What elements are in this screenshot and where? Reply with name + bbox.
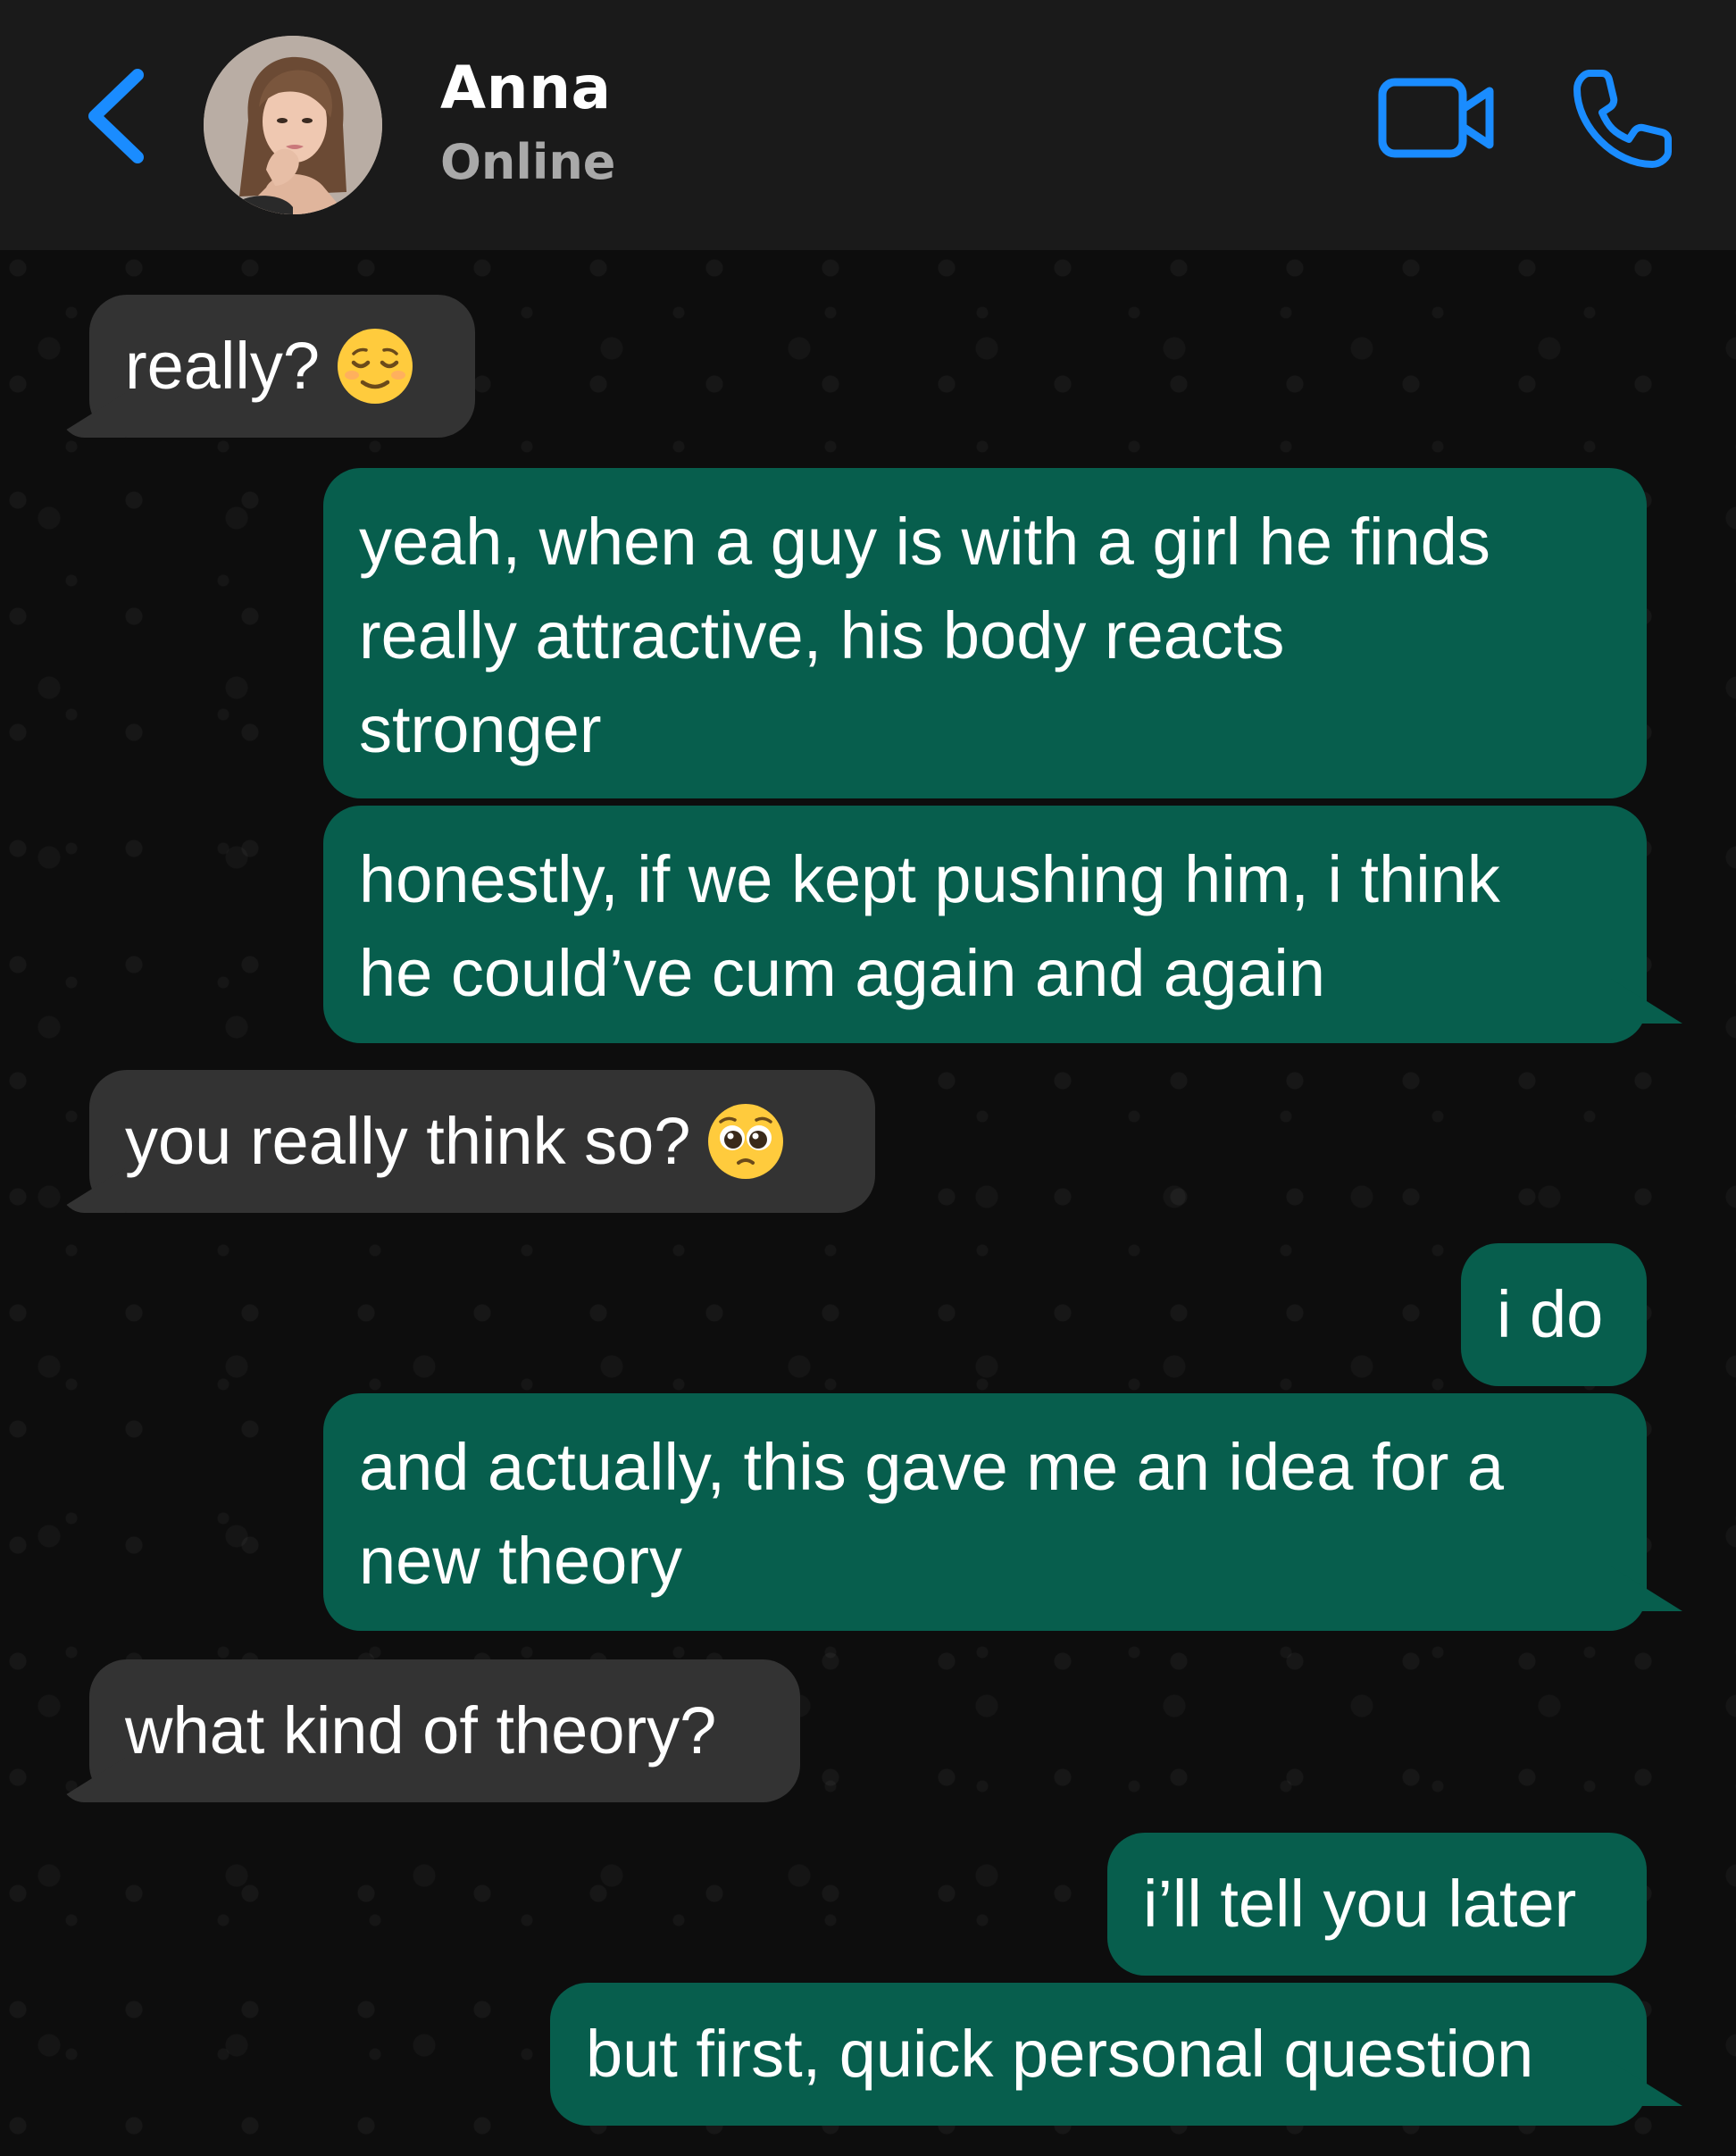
video-call-button[interactable] (1375, 73, 1500, 163)
message-bubble-incoming[interactable]: you really think so? (89, 1070, 875, 1213)
message-text-line: he could’ve cum again and again (359, 936, 1325, 1010)
message-bubble-outgoing[interactable]: i do (1461, 1243, 1647, 1386)
message-text-line: new theory (359, 1524, 682, 1598)
chevron-left-icon (88, 69, 144, 163)
message-text: what kind of theory? (125, 1693, 717, 1767)
chat-screen: Anna Online really? yeah, when a guy is … (0, 0, 1736, 2156)
contact-status: Online (440, 134, 616, 190)
message-bubble-outgoing[interactable]: and actually, this gave me an idea for a… (323, 1393, 1647, 1631)
message-text: i’ll tell you later (1143, 1867, 1577, 1941)
voice-call-button[interactable] (1570, 64, 1677, 171)
message-bubble-incoming[interactable]: really? (89, 295, 475, 438)
message-text: you really think so? (125, 1104, 691, 1178)
message-text-line: yeah, when a guy is with a girl he finds (359, 505, 1490, 579)
message-bubble-outgoing[interactable]: honestly, if we kept pushing him, i thin… (323, 806, 1647, 1043)
message-text-line: honestly, if we kept pushing him, i thin… (359, 842, 1500, 916)
contact-name: Anna (440, 54, 612, 122)
chat-area[interactable]: really? yeah, when a guy is with a girl … (0, 250, 1736, 2156)
pleading-face-icon (708, 1104, 784, 1180)
video-camera-icon (1378, 78, 1494, 158)
message-text-line: stronger (359, 692, 602, 766)
phone-icon (1573, 70, 1672, 168)
message-text: really? (125, 329, 320, 403)
message-text-line: really attractive, his body reacts (359, 598, 1285, 673)
message-text: but first, quick personal question (586, 2017, 1534, 2091)
message-text: i do (1497, 1277, 1604, 1351)
avatar-photo (204, 36, 382, 214)
message-bubble-incoming[interactable]: what kind of theory? (89, 1659, 800, 1802)
message-text-line: and actually, this gave me an idea for a (359, 1430, 1505, 1504)
chat-header: Anna Online (0, 0, 1736, 250)
message-bubble-outgoing[interactable]: but first, quick personal question (550, 1983, 1647, 2126)
message-bubble-outgoing[interactable]: i’ll tell you later (1107, 1833, 1647, 1976)
avatar[interactable] (204, 36, 382, 214)
back-button[interactable] (79, 63, 159, 170)
message-bubble-outgoing[interactable]: yeah, when a guy is with a girl he finds… (323, 468, 1647, 798)
relieved-face-icon (338, 329, 413, 405)
